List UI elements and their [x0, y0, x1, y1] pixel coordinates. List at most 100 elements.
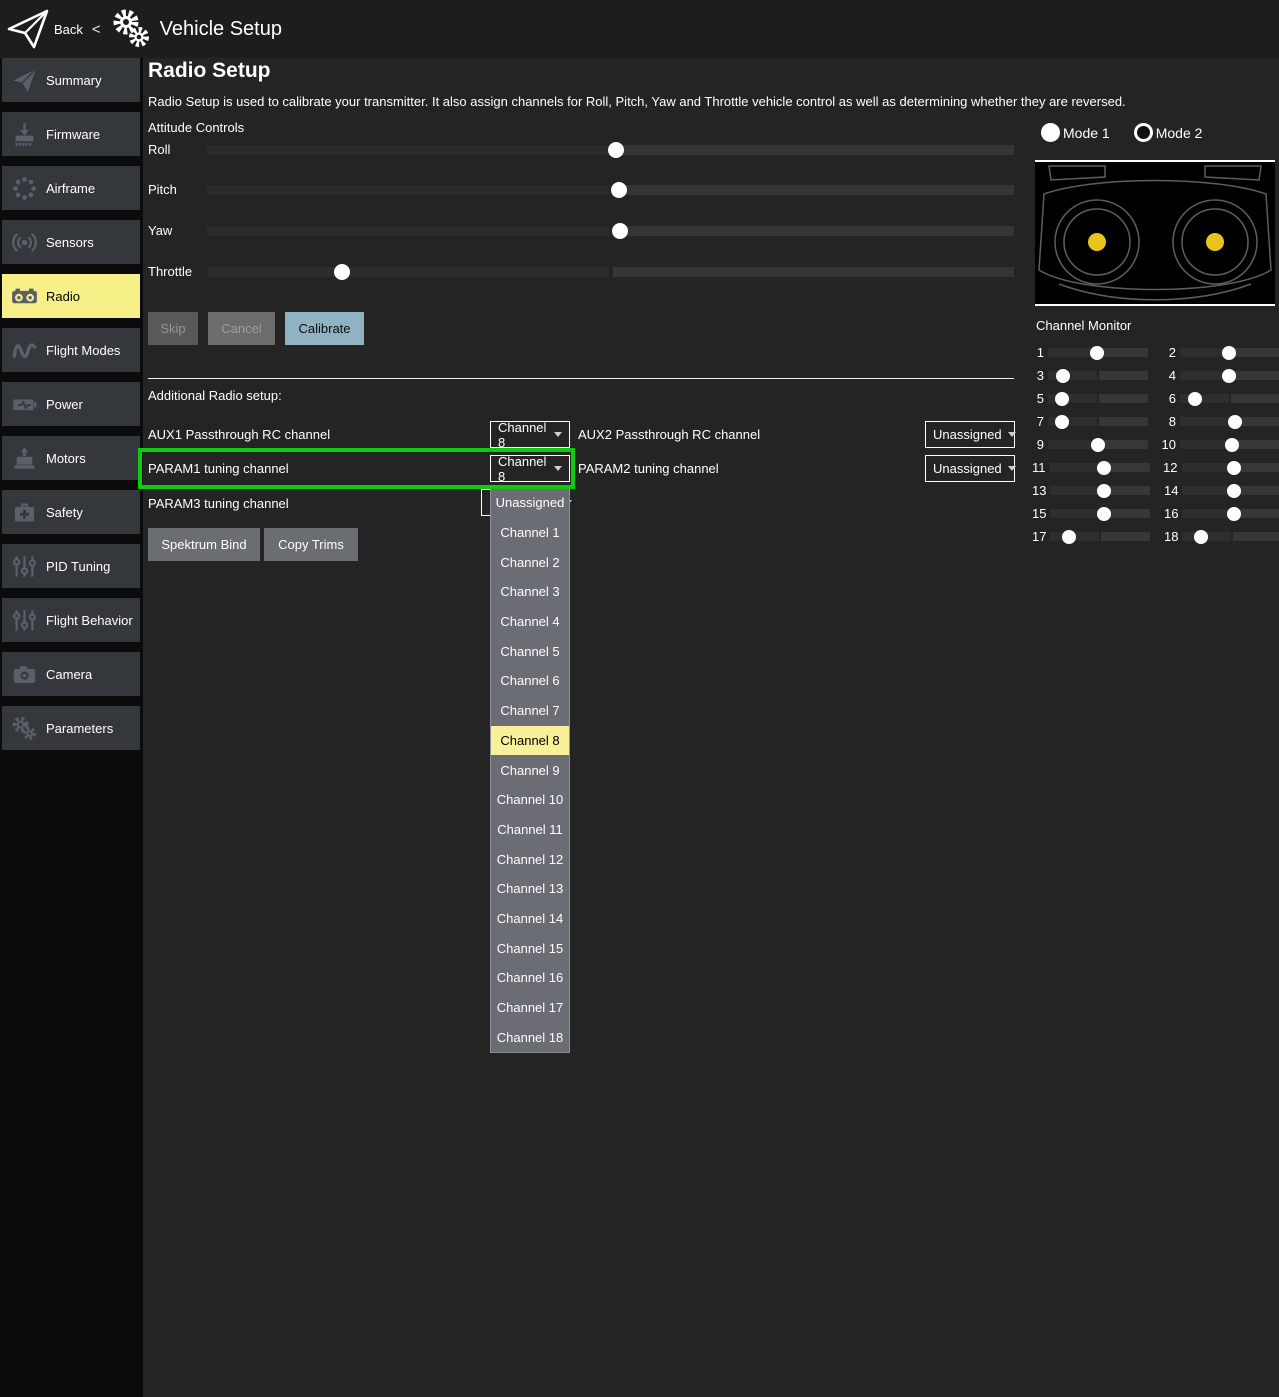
calibrate-button[interactable]: Calibrate [285, 312, 364, 345]
channel-7-value-dot [1055, 415, 1069, 429]
mode-1-radio[interactable]: Mode 1 [1041, 123, 1110, 142]
channel-13-label: 13 [1032, 483, 1046, 498]
chevron-down-icon [1008, 432, 1016, 437]
dropdown-option-channel-6[interactable]: Channel 6 [491, 666, 569, 696]
sidebar-item-flight-modes[interactable]: Flight Modes [2, 328, 140, 372]
cancel-button[interactable]: Cancel [208, 312, 275, 345]
dropdown-option-channel-8[interactable]: Channel 8 [491, 726, 569, 756]
roll-label: Roll [148, 142, 170, 158]
channel-7-monitor [1048, 415, 1148, 428]
slider-thumb[interactable] [612, 223, 628, 239]
dropdown-option-channel-3[interactable]: Channel 3 [491, 577, 569, 607]
sidebar-item-camera[interactable]: Camera [2, 652, 140, 696]
slider-thumb[interactable] [608, 142, 624, 158]
slider-thumb[interactable] [334, 264, 350, 280]
skip-button[interactable]: Skip [148, 312, 198, 345]
channel-3-monitor [1048, 369, 1148, 382]
safety-icon [2, 499, 46, 526]
dropdown-option-unassigned[interactable]: Unassigned [491, 488, 569, 518]
sidebar-item-airframe[interactable]: Airframe [2, 166, 140, 210]
channel-13-monitor [1050, 484, 1150, 497]
dropdown-option-channel-2[interactable]: Channel 2 [491, 547, 569, 577]
channel-18-label: 18 [1160, 529, 1178, 544]
aux2-channel-dropdown[interactable]: Unassigned [925, 421, 1015, 448]
channel-9-value-dot [1091, 438, 1105, 452]
channel-2-monitor [1180, 346, 1279, 359]
roll-slider[interactable] [207, 143, 1014, 157]
dropdown-option-channel-11[interactable]: Channel 11 [491, 815, 569, 845]
chevron-down-icon [1008, 466, 1016, 471]
airframe-icon [2, 175, 46, 202]
power-icon [2, 391, 46, 418]
channel-7-label: 7 [1032, 414, 1044, 429]
channel-15-monitor [1050, 507, 1150, 520]
sidebar-item-pid-tuning[interactable]: PID Tuning [2, 544, 140, 588]
channel-10-value-dot [1225, 438, 1239, 452]
transmitter-diagram [1035, 160, 1275, 306]
channel-5-monitor [1048, 392, 1148, 405]
channel-monitor-row: 1112 [1032, 456, 1279, 479]
dropdown-option-channel-9[interactable]: Channel 9 [491, 755, 569, 785]
qgroundcontrol-window: Back < Vehicle Setup Summary Firmware Airf… [0, 0, 1279, 1397]
dropdown-option-channel-1[interactable]: Channel 1 [491, 518, 569, 548]
dropdown-option-channel-17[interactable]: Channel 17 [491, 993, 569, 1023]
radio-button-icon [1134, 123, 1153, 142]
back-button[interactable]: Back [54, 22, 83, 37]
yaw-slider[interactable] [207, 224, 1014, 238]
sidebar-item-label: Sensors [46, 235, 94, 250]
sidebar-item-power[interactable]: Power [2, 382, 140, 426]
aux1-channel-dropdown[interactable]: Channel 8 [490, 421, 570, 448]
channel-11-monitor [1050, 461, 1150, 474]
sidebar-item-firmware[interactable]: Firmware [2, 112, 140, 156]
sidebar-item-motors[interactable]: Motors [2, 436, 140, 480]
channel-15-label: 15 [1032, 506, 1046, 521]
dropdown-option-channel-14[interactable]: Channel 14 [491, 904, 569, 934]
sidebar-item-flight-behavior[interactable]: Flight Behavior [2, 598, 140, 642]
dropdown-option-channel-12[interactable]: Channel 12 [491, 844, 569, 874]
mode-2-radio[interactable]: Mode 2 [1134, 123, 1203, 142]
transmitter-sticks-image [1035, 162, 1275, 304]
channel-9-monitor [1048, 438, 1148, 451]
param2-label: PARAM2 tuning channel [578, 461, 719, 476]
sidebar-item-sensors[interactable]: Sensors [2, 220, 140, 264]
sidebar-item-safety[interactable]: Safety [2, 490, 140, 534]
dropdown-option-channel-13[interactable]: Channel 13 [491, 874, 569, 904]
dropdown-option-channel-5[interactable]: Channel 5 [491, 636, 569, 666]
channel-10-monitor [1180, 438, 1279, 451]
channel-monitor-row: 1718 [1032, 525, 1279, 548]
topbar: Back < Vehicle Setup [0, 0, 1279, 58]
camera-icon [2, 661, 46, 688]
sidebar-item-summary[interactable]: Summary [2, 58, 140, 102]
channel-2-label: 2 [1158, 345, 1176, 360]
channel-5-value-dot [1055, 392, 1069, 406]
channel-4-value-dot [1222, 369, 1236, 383]
spektrum-bind-button[interactable]: Spektrum Bind [148, 528, 260, 561]
channel-14-value-dot [1227, 484, 1241, 498]
radio-setup-title: Radio Setup [148, 59, 271, 83]
sidebar-item-parameters[interactable]: Parameters [2, 706, 140, 750]
param1-channel-dropdown[interactable]: Channel 8 [490, 455, 570, 482]
channel-3-value-dot [1056, 369, 1070, 383]
throttle-slider[interactable] [207, 265, 1014, 279]
throttle-label: Throttle [148, 264, 192, 280]
slider-thumb[interactable] [611, 182, 627, 198]
dropdown-option-channel-7[interactable]: Channel 7 [491, 696, 569, 726]
radio-icon [2, 283, 46, 310]
dropdown-option-channel-15[interactable]: Channel 15 [491, 933, 569, 963]
dropdown-option-channel-18[interactable]: Channel 18 [491, 1022, 569, 1052]
dropdown-option-channel-10[interactable]: Channel 10 [491, 785, 569, 815]
sidebar-item-label: PID Tuning [46, 559, 110, 574]
channel-16-label: 16 [1160, 506, 1178, 521]
pitch-slider[interactable] [207, 183, 1014, 197]
sidebar-item-radio[interactable]: Radio [2, 274, 140, 318]
channel-monitor-heading: Channel Monitor [1036, 318, 1131, 333]
sidebar-item-label: Power [46, 397, 83, 412]
param2-channel-dropdown[interactable]: Unassigned [925, 455, 1015, 482]
dropdown-option-channel-4[interactable]: Channel 4 [491, 607, 569, 637]
param1-label: PARAM1 tuning channel [148, 461, 289, 476]
channel-9-label: 9 [1032, 437, 1044, 452]
copy-trims-button[interactable]: Copy Trims [264, 528, 358, 561]
dropdown-option-channel-16[interactable]: Channel 16 [491, 963, 569, 993]
channel-monitor: 123456789101112131415161718 [1032, 341, 1279, 548]
channel-16-value-dot [1227, 507, 1241, 521]
